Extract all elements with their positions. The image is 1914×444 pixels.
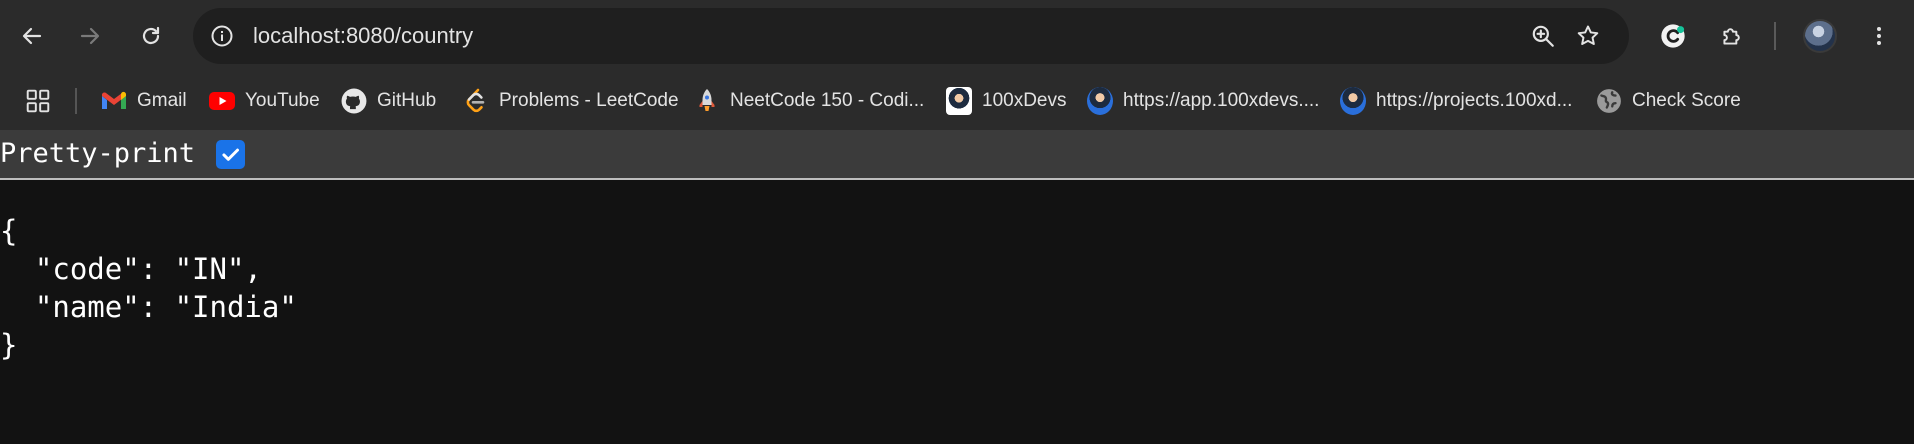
arrow-left-icon <box>22 27 42 45</box>
profile-avatar[interactable] <box>1803 19 1837 53</box>
person-avatar-icon <box>1340 87 1366 115</box>
grammarly-extension-icon <box>1661 24 1685 48</box>
pretty-print-label: Pretty-print <box>0 138 196 169</box>
apps-grid-icon <box>26 89 50 113</box>
pretty-print-bar: Pretty-print <box>0 130 1914 180</box>
site-info-button[interactable] <box>208 22 236 50</box>
info-icon <box>211 25 233 47</box>
gmail-icon <box>101 88 127 114</box>
reload-button[interactable] <box>131 16 171 56</box>
json-line: "code": "IN", <box>0 252 262 286</box>
json-line: } <box>0 328 18 362</box>
back-button[interactable] <box>12 16 52 56</box>
pretty-print-checkbox[interactable] <box>216 140 245 169</box>
bookmark-star-button[interactable] <box>1574 22 1602 50</box>
zoom-button[interactable] <box>1529 22 1557 50</box>
youtube-icon <box>209 88 235 114</box>
extensions-button[interactable] <box>1712 16 1752 56</box>
bookmark-star-icon <box>1577 25 1599 45</box>
globe-icon <box>1596 88 1622 114</box>
person-avatar-icon <box>1087 87 1113 115</box>
json-line: "name": "India" <box>0 290 297 324</box>
zoom-in-icon <box>1532 25 1554 47</box>
bookmark-100xdevs[interactable]: 100xDevs <box>946 82 1067 120</box>
browser-toolbar: localhost:8080/country <box>0 0 1914 72</box>
rocket-icon <box>694 88 720 114</box>
reload-icon <box>142 26 160 45</box>
arrow-right-icon <box>80 27 100 45</box>
bookmark-leetcode[interactable]: Problems - LeetCode <box>463 82 679 120</box>
toolbar-divider <box>1774 22 1776 50</box>
bookmark-gmail[interactable]: Gmail <box>101 82 187 120</box>
checkmark-icon <box>222 148 239 161</box>
person-avatar-icon <box>946 87 972 115</box>
grammarly-extension-button[interactable] <box>1653 16 1693 56</box>
more-vert-icon <box>1877 27 1881 45</box>
forward-button[interactable] <box>70 16 110 56</box>
apps-button[interactable] <box>22 85 54 117</box>
github-icon <box>341 88 367 114</box>
bookmark-neetcode[interactable]: NeetCode 150 - Codi... <box>694 82 924 120</box>
url-text[interactable]: localhost:8080/country <box>253 8 473 64</box>
json-line: { <box>0 214 18 248</box>
bookmark-github[interactable]: GitHub <box>341 82 436 120</box>
extensions-puzzle-icon <box>1723 28 1740 45</box>
bookmark-youtube[interactable]: YouTube <box>209 82 320 120</box>
bookmark-check-score[interactable]: Check Score <box>1596 82 1741 120</box>
menu-button[interactable] <box>1859 16 1899 56</box>
address-bar[interactable]: localhost:8080/country <box>193 8 1629 64</box>
bookmarks-bar: Gmail YouTube GitHub Problems - LeetCode… <box>0 72 1914 130</box>
json-content: { "code": "IN", "name": "India" } <box>0 212 297 364</box>
bookmark-app-100xdevs[interactable]: https://app.100xdevs.... <box>1087 82 1319 120</box>
bookmark-projects-100xdevs[interactable]: https://projects.100xd... <box>1340 82 1572 120</box>
leetcode-icon <box>463 88 489 114</box>
bookmarks-divider <box>75 88 77 114</box>
